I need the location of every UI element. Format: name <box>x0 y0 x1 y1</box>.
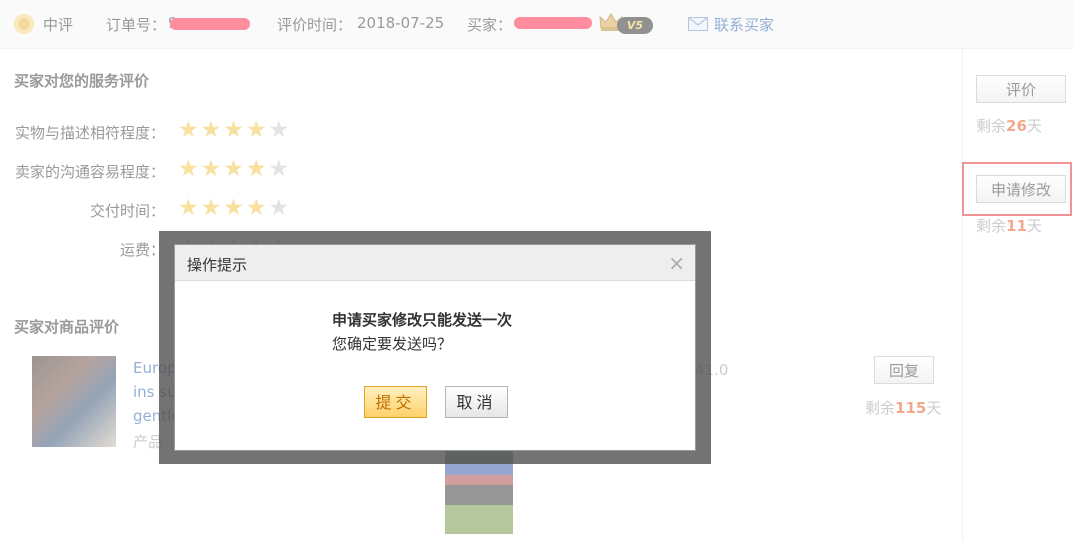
dialog-header: 操作提示 × <box>175 245 695 281</box>
confirm-dialog: 操作提示 × 申请买家修改只能发送一次 您确定要发送吗？ 提交 取消 <box>174 244 696 451</box>
cancel-button[interactable]: 取消 <box>445 386 508 418</box>
submit-button[interactable]: 提交 <box>364 386 427 418</box>
dialog-title: 操作提示 <box>187 256 248 274</box>
dialog-confirm-question: 您确定要发送吗？ <box>332 335 453 353</box>
close-icon[interactable]: × <box>668 251 685 275</box>
dialog-message: 申请买家修改只能发送一次 <box>332 311 513 329</box>
